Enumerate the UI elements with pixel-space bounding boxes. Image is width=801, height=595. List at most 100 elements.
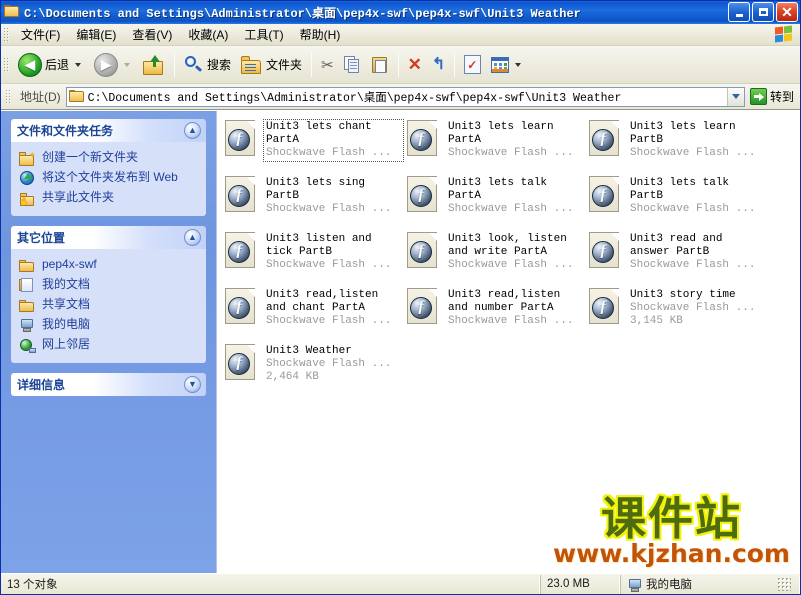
go-label: 转到 bbox=[769, 90, 794, 104]
file-name: Unit3 listen and tick PartB bbox=[266, 233, 372, 258]
file-item[interactable]: f Unit3 lets talk PartB Shockwave Flash ..… bbox=[587, 173, 769, 225]
sidebar-item-pep4x-swf[interactable]: pep4x-swf bbox=[19, 255, 198, 275]
cut-button[interactable]: ✂ bbox=[316, 48, 339, 82]
delete-x-icon: ✕ bbox=[407, 55, 422, 74]
shockwave-flash-icon: f bbox=[225, 288, 257, 326]
search-button[interactable]: 搜索 bbox=[179, 48, 236, 82]
menu-tools[interactable]: 工具(T) bbox=[236, 24, 291, 45]
my-computer-icon bbox=[627, 578, 642, 592]
panel-other-places-body: pep4x-swf 我的文档 共享文档 我的电脑 网上邻居 bbox=[11, 249, 206, 363]
panel-other-places-header[interactable]: 其它位置 ▲ bbox=[11, 226, 206, 249]
menu-favorites[interactable]: 收藏(A) bbox=[180, 24, 236, 45]
chevron-up-icon[interactable]: ▲ bbox=[184, 229, 201, 246]
sidebar-item-publish-web[interactable]: 将这个文件夹发布到 Web bbox=[19, 168, 198, 188]
shockwave-flash-icon: f bbox=[407, 120, 439, 158]
title-bar[interactable]: C:\Documents and Settings\Administrator\… bbox=[1, 1, 800, 24]
window-folder-icon bbox=[4, 4, 20, 21]
file-text: Unit3 Weather Shockwave Flash ... 2,464 KB bbox=[264, 344, 403, 385]
file-text: Unit3 lets learn PartB Shockwave Flash ..… bbox=[628, 120, 767, 161]
views-icon bbox=[491, 56, 510, 73]
undo-button[interactable]: ↰ bbox=[427, 48, 450, 82]
go-arrow-icon bbox=[749, 88, 767, 105]
chevron-down-icon bbox=[731, 94, 740, 99]
folders-label: 文件夹 bbox=[266, 58, 303, 72]
back-label: 后退 bbox=[45, 58, 70, 72]
views-dropdown-icon[interactable] bbox=[515, 62, 522, 67]
file-item[interactable]: f Unit3 read,listen and number PartA Shock… bbox=[405, 285, 587, 337]
copy-button[interactable] bbox=[339, 48, 367, 82]
file-name: Unit3 read and answer PartB bbox=[630, 233, 723, 258]
folders-button[interactable]: 文件夹 bbox=[236, 48, 307, 82]
address-dropdown-button[interactable] bbox=[726, 87, 744, 106]
watermark: 课件站 www.kjzhan.com bbox=[553, 495, 790, 567]
file-item[interactable]: f Unit3 look, listen and write PartA Shock… bbox=[405, 229, 587, 281]
folder-icon bbox=[19, 298, 36, 313]
up-button[interactable] bbox=[138, 48, 170, 82]
file-item[interactable]: f Unit3 lets sing PartB Shockwave Flash ..… bbox=[223, 173, 405, 225]
menu-view[interactable]: 查看(V) bbox=[124, 24, 180, 45]
address-grip-handle[interactable] bbox=[5, 88, 12, 105]
properties-button[interactable]: ✓ bbox=[459, 48, 486, 82]
address-input[interactable]: C:\Documents and Settings\Administrator\… bbox=[65, 86, 745, 107]
shockwave-flash-icon: f bbox=[589, 288, 621, 326]
forward-dropdown-icon[interactable] bbox=[124, 62, 131, 67]
window-controls: ✕ bbox=[728, 2, 798, 22]
status-total-size: 23.0 MB bbox=[540, 574, 620, 594]
back-dropdown-icon[interactable] bbox=[75, 62, 82, 67]
maximize-button[interactable] bbox=[752, 2, 774, 22]
file-type: Shockwave Flash ... bbox=[630, 203, 756, 215]
file-item[interactable]: f Unit3 lets learn PartA Shockwave Flash .… bbox=[405, 117, 587, 169]
file-type: Shockwave Flash ... bbox=[448, 203, 574, 215]
paste-button[interactable] bbox=[367, 48, 394, 82]
sidebar-item-shared-documents[interactable]: 共享文档 bbox=[19, 295, 198, 315]
shockwave-flash-icon: f bbox=[589, 232, 621, 270]
close-button[interactable]: ✕ bbox=[776, 2, 798, 22]
back-button[interactable]: ◀ 后退 bbox=[13, 48, 89, 82]
file-type: Shockwave Flash ... bbox=[266, 259, 392, 271]
file-item[interactable]: f Unit3 lets learn PartB Shockwave Flash .… bbox=[587, 117, 769, 169]
panel-details-title: 详细信息 bbox=[17, 378, 66, 392]
file-item[interactable]: f Unit3 listen and tick PartB Shockwave Fl… bbox=[223, 229, 405, 281]
sidebar-item-my-computer[interactable]: 我的电脑 bbox=[19, 315, 198, 335]
file-list-area[interactable]: f Unit3 lets chant PartA Shockwave Flash .… bbox=[216, 111, 800, 573]
go-button[interactable]: 转到 bbox=[745, 88, 798, 105]
file-name: Unit3 lets talk PartB bbox=[630, 177, 730, 202]
sidebar-item-new-folder[interactable]: ✦ 创建一个新文件夹 bbox=[19, 148, 198, 168]
menu-edit[interactable]: 编辑(E) bbox=[68, 24, 124, 45]
minimize-button[interactable] bbox=[728, 2, 750, 22]
sidebar-item-my-computer-label: 我的电脑 bbox=[42, 317, 91, 331]
sidebar-item-share-folder-label: 共享此文件夹 bbox=[42, 190, 115, 204]
windows-flag-icon[interactable] bbox=[774, 25, 794, 44]
menu-help[interactable]: 帮助(H) bbox=[292, 24, 349, 45]
file-item[interactable]: f Unit3 Weather Shockwave Flash ... 2,464 K… bbox=[223, 341, 405, 393]
file-item[interactable]: f Unit3 lets talk PartA Shockwave Flash ..… bbox=[405, 173, 587, 225]
chevron-down-icon[interactable]: ▼ bbox=[184, 376, 201, 393]
file-type: Shockwave Flash ... bbox=[266, 147, 392, 159]
toolbar-grip-handle[interactable] bbox=[3, 56, 10, 73]
file-name: Unit3 Weather bbox=[266, 345, 352, 357]
file-name: Unit3 lets learn PartA bbox=[448, 121, 554, 146]
views-button[interactable] bbox=[486, 48, 529, 82]
search-label: 搜索 bbox=[207, 58, 232, 72]
sidebar-item-network-places[interactable]: 网上邻居 bbox=[19, 335, 198, 355]
copy-icon bbox=[343, 55, 362, 74]
file-type: Shockwave Flash ... bbox=[630, 147, 756, 159]
file-item[interactable]: f Unit3 story time Shockwave Flash ... 3,14… bbox=[587, 285, 769, 337]
sidebar-item-my-documents[interactable]: 我的文档 bbox=[19, 275, 198, 295]
file-item[interactable]: f Unit3 read,listen and chant PartA Shockw… bbox=[223, 285, 405, 337]
file-size: 3,145 KB bbox=[630, 315, 683, 327]
sidebar-item-share-folder[interactable]: ✋ 共享此文件夹 bbox=[19, 188, 198, 208]
file-text: Unit3 read,listen and chant PartA Shockwa… bbox=[264, 288, 403, 329]
panel-details-header[interactable]: 详细信息 ▼ bbox=[11, 373, 206, 396]
menu-file[interactable]: 文件(F) bbox=[13, 24, 68, 45]
delete-button[interactable]: ✕ bbox=[403, 48, 427, 82]
panel-file-tasks-header[interactable]: 文件和文件夹任务 ▲ bbox=[11, 119, 206, 142]
forward-button[interactable]: ▶ bbox=[89, 48, 138, 82]
file-item[interactable]: f Unit3 read and answer PartB Shockwave Fl… bbox=[587, 229, 769, 281]
file-text: Unit3 lets talk PartB Shockwave Flash ... bbox=[628, 176, 767, 217]
file-item[interactable]: f Unit3 lets chant PartA Shockwave Flash .… bbox=[223, 117, 405, 169]
chevron-up-icon[interactable]: ▲ bbox=[184, 122, 201, 139]
resize-grip[interactable] bbox=[777, 577, 791, 591]
toolbar-separator bbox=[311, 52, 313, 77]
menu-grip-handle[interactable] bbox=[3, 26, 10, 43]
